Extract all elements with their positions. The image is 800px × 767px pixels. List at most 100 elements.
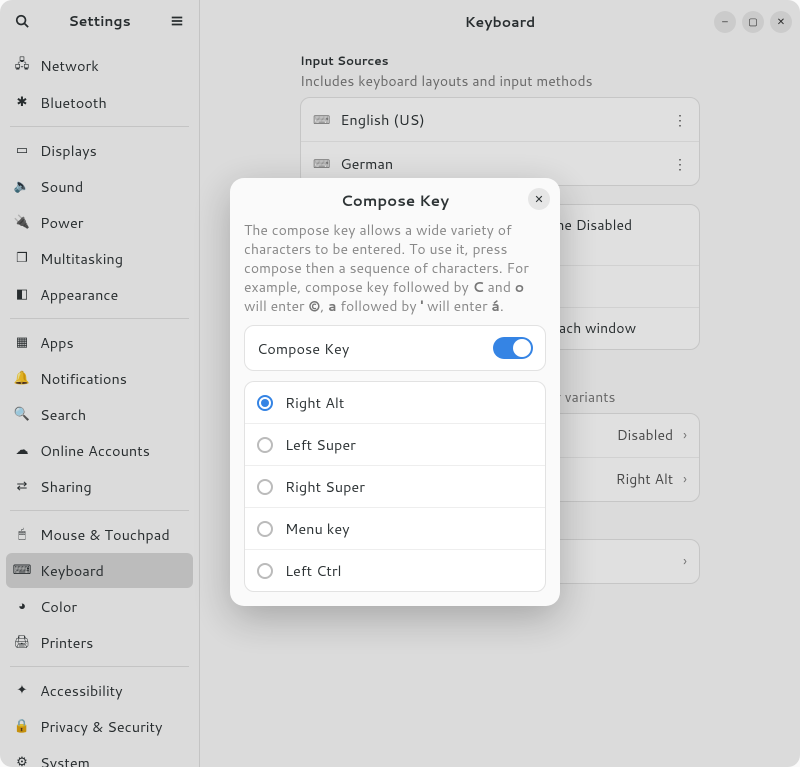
sidebar-item-label: Displays <box>40 140 97 161</box>
option-label: Right Super <box>285 476 365 497</box>
option-label: Menu key <box>285 518 350 539</box>
sidebar-item-power[interactable]: 🔌Power <box>6 205 193 240</box>
compose-toggle-label: Compose Key <box>257 338 483 359</box>
sidebar-item-icon: ▭ <box>14 141 30 159</box>
sidebar-item-icon: 🔒 <box>14 717 30 735</box>
compose-options-list: Right Alt Left Super Right Super Menu key Le… <box>244 381 546 592</box>
sidebar-item-icon: 🖧 <box>14 55 30 77</box>
sidebar-item-sound[interactable]: 🔈 Sound <box>6 169 193 204</box>
sidebar-item-multitasking[interactable]: ❐Multitasking <box>6 241 193 276</box>
sidebar-item-icon: ⚙ <box>14 753 30 767</box>
section-subtitle: Includes keyboard layouts and input meth… <box>300 71 700 91</box>
section-title: Input Sources <box>300 52 700 69</box>
sidebar-item-network[interactable]: 🖧 Network <box>6 48 193 84</box>
dialog-title: Compose Key <box>341 190 449 211</box>
radio-button[interactable] <box>257 437 273 453</box>
radio-button[interactable] <box>257 521 273 537</box>
sidebar-item-system[interactable]: ⚙ System <box>6 745 193 767</box>
dialog-body: The compose key allows a wide variety of… <box>230 217 560 606</box>
maximize-button[interactable]: ▢ <box>742 11 764 33</box>
sidebar-item-label: Network <box>40 55 99 76</box>
radio-button[interactable] <box>257 563 273 579</box>
window-controls: – ▢ ✕ <box>714 11 792 33</box>
sidebar-list: 🖧 Network ✱ Bluetooth ▭ Displays 🔈 Sound 🔌Power❐… <box>0 43 199 767</box>
dialog-header: Compose Key ✕ <box>230 178 560 217</box>
sidebar-item-label: Privacy & Security <box>40 716 162 737</box>
sidebar-item-label: Accessibility <box>40 680 123 701</box>
compose-toggle[interactable] <box>493 337 533 359</box>
sidebar-item-icon: ◧ <box>14 285 30 303</box>
input-source-label: German <box>340 153 663 174</box>
page-title: Keyboard <box>465 12 536 32</box>
sidebar-item-icon: ⇄ <box>14 477 30 495</box>
sidebar-item-icon: ◕ <box>14 597 30 615</box>
compose-option-right-super[interactable]: Right Super <box>245 465 545 507</box>
sidebar-item-label: Bluetooth <box>40 92 107 113</box>
sidebar-item-icon: 🔈 <box>14 177 30 195</box>
menu-icon[interactable] <box>163 7 191 35</box>
main-header: Keyboard – ▢ ✕ <box>200 0 800 44</box>
keyboard-icon: ⌨ <box>313 155 330 172</box>
sidebar-item-color[interactable]: ◕Color <box>6 589 193 624</box>
sidebar-item-icon: ✦ <box>14 681 30 699</box>
chevron-right-icon: › <box>683 425 687 445</box>
sidebar-item-bluetooth[interactable]: ✱ Bluetooth <box>6 85 193 120</box>
chevron-right-icon: › <box>683 551 687 571</box>
sidebar-item-privacy-security[interactable]: 🔒 Privacy & Security <box>6 709 193 744</box>
chevron-right-icon: › <box>683 469 687 489</box>
sidebar-item-label: Sharing <box>40 476 92 497</box>
input-sources-card: ⌨ English (US) ⋮ ⌨ German ⋮ <box>300 97 700 186</box>
sidebar-item-label: Mouse & Touchpad <box>40 524 170 545</box>
more-icon[interactable]: ⋮ <box>673 154 687 174</box>
sidebar-item-mouse-touchpad[interactable]: 🖱 Mouse & Touchpad <box>6 517 193 552</box>
dialog-close-button[interactable]: ✕ <box>528 188 550 210</box>
close-button[interactable]: ✕ <box>770 11 792 33</box>
search-icon[interactable] <box>8 7 36 35</box>
compose-toggle-row: Compose Key <box>245 326 545 370</box>
input-source-row[interactable]: ⌨ English (US) ⋮ <box>301 98 699 141</box>
sidebar-item-apps[interactable]: ▦ Apps <box>6 325 193 360</box>
sidebar-item-label: Appearance <box>40 284 118 305</box>
input-source-label: English (US) <box>340 109 663 130</box>
sidebar-item-icon: 🔍 <box>14 405 30 423</box>
sidebar-item-label: Sound <box>40 176 83 197</box>
radio-button[interactable] <box>257 395 273 411</box>
radio-button[interactable] <box>257 479 273 495</box>
sidebar-item-icon: 🔌 <box>14 213 30 231</box>
sidebar-item-keyboard[interactable]: ⌨ Keyboard <box>6 553 193 588</box>
sidebar-item-notifications[interactable]: 🔔Notifications <box>6 361 193 396</box>
compose-option-left-ctrl[interactable]: Left Ctrl <box>245 549 545 591</box>
sidebar-item-label: Apps <box>40 332 74 353</box>
compose-option-menu-key[interactable]: Menu key <box>245 507 545 549</box>
sidebar-item-label: Keyboard <box>40 560 104 581</box>
compose-key-dialog: Compose Key ✕ The compose key allows a w… <box>230 178 560 606</box>
keyboard-icon: ⌨ <box>313 111 330 128</box>
dialog-description: The compose key allows a wide variety of… <box>244 221 546 315</box>
compose-option-left-super[interactable]: Left Super <box>245 423 545 465</box>
sidebar-item-icon: ⌨ <box>14 561 30 579</box>
sidebar: Settings 🖧 Network ✱ Bluetooth ▭ Displays 🔈 Sou… <box>0 0 200 767</box>
sidebar-item-label: System <box>40 752 90 767</box>
sidebar-item-online-accounts[interactable]: ☁Online Accounts <box>6 433 193 468</box>
sidebar-item-label: Online Accounts <box>40 440 150 461</box>
sidebar-item-appearance[interactable]: ◧ Appearance <box>6 277 193 312</box>
compose-option-right-alt[interactable]: Right Alt <box>245 382 545 423</box>
sidebar-header: Settings <box>0 0 199 43</box>
sidebar-item-search[interactable]: 🔍Search <box>6 397 193 432</box>
sidebar-item-icon: ▦ <box>14 333 30 351</box>
sidebar-title: Settings <box>36 11 163 31</box>
sidebar-item-displays[interactable]: ▭ Displays <box>6 133 193 168</box>
sidebar-item-icon: 🖱 <box>14 525 30 543</box>
more-icon[interactable]: ⋮ <box>673 110 687 130</box>
sidebar-item-icon: 🖨 <box>14 633 30 651</box>
minimize-button[interactable]: – <box>714 11 736 33</box>
sidebar-item-label: Multitasking <box>40 248 123 269</box>
option-label: Left Ctrl <box>285 560 342 581</box>
sidebar-item-sharing[interactable]: ⇄ Sharing <box>6 469 193 504</box>
option-label: Left Super <box>285 434 356 455</box>
sidebar-item-printers[interactable]: 🖨 Printers <box>6 625 193 660</box>
sidebar-item-label: Printers <box>40 632 93 653</box>
sidebar-item-icon: 🔔 <box>14 369 30 387</box>
sidebar-item-accessibility[interactable]: ✦ Accessibility <box>6 673 193 708</box>
sidebar-item-icon: ✱ <box>14 93 30 111</box>
